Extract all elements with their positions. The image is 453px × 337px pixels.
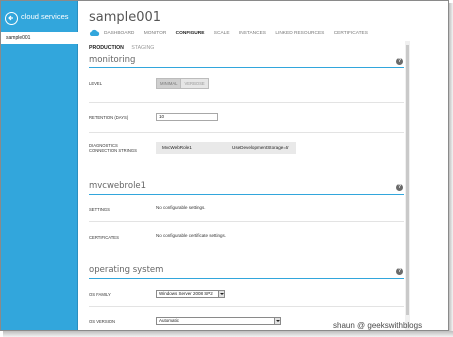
tab-dashboard[interactable]: DASHBOARD: [104, 31, 134, 36]
section-divider: [89, 67, 404, 68]
settings-value: No configurable settings.: [156, 205, 206, 210]
os-version-select[interactable]: Automatic: [156, 317, 281, 325]
os-family-label: OS FAMILY: [89, 292, 111, 297]
section-divider: [89, 278, 404, 279]
environment-tabs: PRODUCTION STAGING: [89, 45, 160, 51]
left-nav: cloud services sample001: [1, 1, 78, 330]
tab-scale[interactable]: SCALE: [214, 31, 230, 36]
tab-certificates[interactable]: CERTIFICATES: [334, 31, 368, 36]
tab-monitor[interactable]: MONITOR: [144, 31, 167, 36]
frame-shadow: [3, 331, 453, 337]
subtab-production[interactable]: PRODUCTION: [89, 45, 124, 51]
level-option-minimal[interactable]: MINIMAL: [157, 79, 182, 88]
vertical-scrollbar[interactable]: [405, 41, 410, 330]
retention-label: RETENTION (DAYS): [89, 115, 129, 120]
level-option-verbose[interactable]: VERBOSE: [181, 79, 207, 88]
tab-instances[interactable]: INSTANCES: [239, 31, 266, 36]
scrollbar-thumb[interactable]: [406, 45, 409, 315]
section-divider: [89, 194, 404, 195]
help-icon[interactable]: ?: [396, 58, 403, 65]
page-title: sample001: [89, 10, 162, 25]
help-icon[interactable]: ?: [396, 268, 403, 275]
certificates-label: CERTIFICATES: [89, 235, 119, 240]
help-icon[interactable]: ?: [396, 184, 403, 191]
back-arrow-icon[interactable]: [5, 12, 18, 25]
frame-shadow: [449, 3, 453, 334]
row-divider: [89, 306, 404, 307]
chevron-down-icon[interactable]: [218, 291, 224, 297]
row-divider: [89, 102, 404, 103]
tab-linked-resources[interactable]: LINKED RESOURCES: [275, 31, 324, 36]
chevron-down-icon[interactable]: [274, 318, 280, 324]
level-label: LEVEL: [89, 81, 103, 86]
row-divider: [89, 132, 404, 133]
watermark: shaun @ geekswithblogs: [333, 321, 423, 330]
portal-window: cloud services sample001 sample001 DASHB…: [0, 0, 449, 331]
section-title-role: mvcwebrole1: [89, 181, 147, 191]
row-divider: [89, 221, 404, 222]
connection-string-row: MvcWebRole1 UseDevelopmentStorage=tr: [156, 142, 296, 154]
settings-label: SETTINGS: [89, 207, 110, 212]
top-tabs: DASHBOARD MONITOR CONFIGURE SCALE INSTAN…: [104, 31, 376, 36]
section-title-monitoring: monitoring: [89, 55, 136, 65]
level-toggle[interactable]: MINIMAL VERBOSE: [156, 78, 209, 89]
certificates-value: No configurable certificate settings.: [156, 233, 227, 238]
os-family-value: Windows Server 2008 SP2: [159, 291, 213, 296]
connection-role-name: MvcWebRole1: [162, 145, 192, 150]
os-version-value: Automatic: [159, 318, 180, 323]
connection-string-input[interactable]: UseDevelopmentStorage=tr: [232, 142, 289, 154]
os-family-select[interactable]: Windows Server 2008 SP2: [156, 290, 225, 298]
os-version-label: OS VERSION: [89, 319, 116, 324]
nav-title: cloud services: [21, 12, 69, 21]
section-title-os: operating system: [89, 265, 164, 275]
tab-configure[interactable]: CONFIGURE: [176, 31, 205, 36]
retention-days-input[interactable]: 10: [156, 113, 218, 121]
diagnostics-connection-label: DIAGNOSTICS CONNECTION STRINGS: [89, 143, 137, 153]
cloud-service-icon: [89, 29, 100, 36]
nav-item-sample001[interactable]: sample001: [1, 32, 78, 44]
subtab-staging[interactable]: STAGING: [131, 45, 154, 51]
